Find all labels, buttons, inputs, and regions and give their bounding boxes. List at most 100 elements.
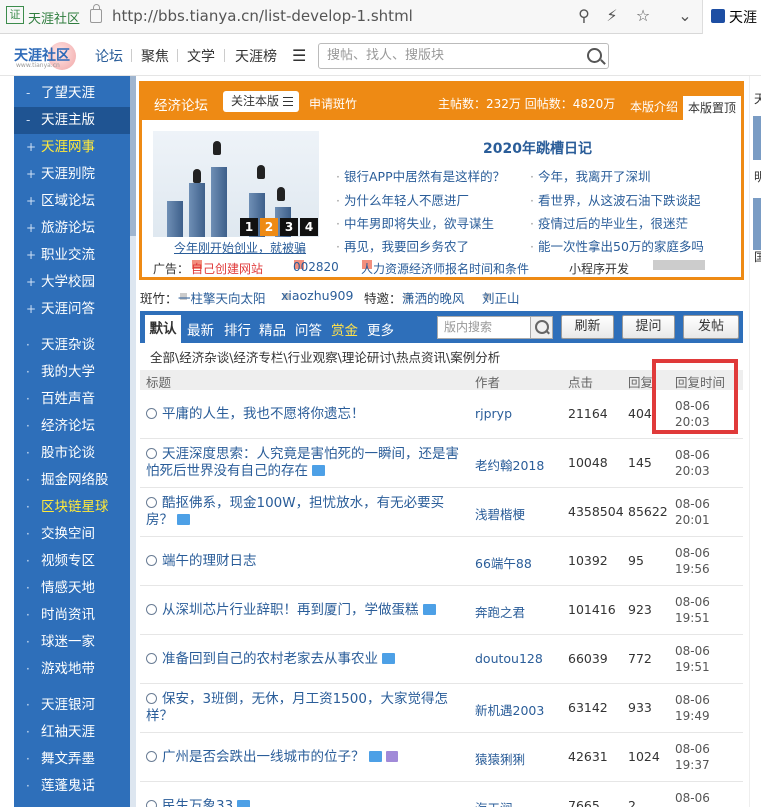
sidebar-item[interactable]: · 时尚资讯 xyxy=(14,602,130,629)
category-filter[interactable]: 全部\经济杂谈\经济专栏\行业观察\理论研讨\热点资讯\案例分析 xyxy=(150,347,500,366)
sidebar-scrollbar[interactable] xyxy=(130,76,136,807)
extension-panel[interactable]: 天涯 xyxy=(702,0,761,34)
post-author-link[interactable]: doutou128 xyxy=(475,651,543,666)
table-row[interactable]: 广州是否会跌出一线城市的位子？ 猿猿猁猁 42631 1024 08-06 19:37 xyxy=(140,733,743,782)
post-button[interactable]: 发帖 xyxy=(683,315,739,339)
moderator-link[interactable]: xiaozhu909 xyxy=(281,288,353,303)
scrollbar-thumb[interactable] xyxy=(130,76,136,236)
feature-link[interactable]: · 银行APP中居然有是这样的？ xyxy=(336,166,505,185)
ad-link[interactable]: 002820 xyxy=(293,260,339,274)
post-title-link[interactable]: 酷抠佛系，现金100W，担忧放水，有无必要买房？ xyxy=(146,495,471,529)
post-author-link[interactable]: 奔跑之君 xyxy=(475,602,525,621)
feature-title[interactable]: 2020年跳槽日记 xyxy=(483,138,592,158)
sidebar-item[interactable]: · 区块链星球 xyxy=(14,494,130,521)
sidebar-item[interactable]: + 职业交流 xyxy=(14,242,130,269)
feature-link[interactable]: · 疫情过后的毕业生，很迷茫 xyxy=(530,213,688,232)
board-intro-link[interactable]: 本版介绍 xyxy=(630,98,678,115)
search-icon[interactable] xyxy=(587,48,602,63)
forum-title[interactable]: 经济论坛 xyxy=(154,94,208,114)
feature-link[interactable]: · 再见，我要回乡务农了 xyxy=(336,236,469,255)
tab-default[interactable]: 默认 xyxy=(145,315,181,343)
table-row[interactable]: 准备回到自己的农村老家去从事农业 doutou128 66039 772 08-06 19… xyxy=(140,635,743,684)
sidebar-item[interactable]: · 莲蓬鬼话 xyxy=(14,773,130,800)
table-row[interactable]: 保安，3班倒，无休，月工资1500，大家觉得怎样？ 新机遇2003 63142 933… xyxy=(140,684,743,733)
sidebar-item[interactable]: + 区域论坛 xyxy=(14,188,130,215)
lightning-icon[interactable]: ⚡ xyxy=(603,7,621,25)
tab-ranking[interactable]: 排行 xyxy=(224,319,251,339)
site-logo[interactable]: 天涯社区 www.tianya.cn xyxy=(14,42,78,70)
sidebar-item[interactable]: · 百姓声音 xyxy=(14,386,130,413)
star-icon[interactable]: ☆ xyxy=(634,7,652,25)
carousel-dot-1[interactable]: 1 xyxy=(240,218,258,236)
sidebar-item[interactable]: · 掘金网络股 xyxy=(14,467,130,494)
sidebar-item[interactable]: · 视频专区 xyxy=(14,548,130,575)
table-row[interactable]: 酷抠佛系，现金100W，担忧放水，有无必要买房？ 浅碧楷梗 4358504 85622… xyxy=(140,488,743,537)
right-peek-image[interactable] xyxy=(753,198,761,250)
nav-wenxue[interactable]: 文学 xyxy=(187,46,215,66)
post-author-link[interactable]: 66端午88 xyxy=(475,553,532,572)
post-title-link[interactable]: 广州是否会跌出一线城市的位子？ xyxy=(146,749,471,766)
table-row[interactable]: 端午的理财日志 66端午88 10392 95 08-06 19:56 xyxy=(140,537,743,586)
tab-featured[interactable]: 精品 xyxy=(259,319,286,339)
post-title-link[interactable]: 保安，3班倒，无休，月工资1500，大家觉得怎样？ xyxy=(146,691,471,725)
refresh-button[interactable]: 刷新 xyxy=(561,315,614,339)
address-bar[interactable]: http://bbs.tianya.cn/list-develop-1.shtm… xyxy=(112,7,413,25)
post-title-link[interactable]: 端午的理财日志 xyxy=(146,553,471,570)
post-author-link[interactable]: rjpryp xyxy=(475,406,512,421)
post-title-link[interactable]: 民生万象33 xyxy=(146,798,471,807)
nav-jujiao[interactable]: 聚焦 xyxy=(141,46,169,66)
carousel-dot-3[interactable]: 3 xyxy=(280,218,298,236)
right-peek-image[interactable] xyxy=(753,116,761,160)
follow-board-button[interactable]: 关注本版 xyxy=(223,91,299,112)
special-guest-link[interactable]: 刘正山 xyxy=(482,288,520,306)
tab-qa[interactable]: 问答 xyxy=(295,319,322,339)
sidebar-item[interactable]: · 经济论坛 xyxy=(14,413,130,440)
lock-icon[interactable] xyxy=(90,4,102,23)
apply-moderator-link[interactable]: 申请斑竹 xyxy=(309,95,357,112)
sidebar-item[interactable]: · 天涯杂谈 xyxy=(14,332,130,359)
sidebar-item[interactable]: + 旅游论坛 xyxy=(14,215,130,242)
ask-button[interactable]: 提问 xyxy=(622,315,675,339)
ad-link[interactable]: 人力资源经济师报名时间和条件 xyxy=(361,260,529,276)
tab-more[interactable]: 更多 xyxy=(367,319,394,339)
post-title-link[interactable]: 从深圳芯片行业辞职！再到厦门，学做蛋糕 xyxy=(146,602,471,619)
sidebar-item[interactable]: · 我的大学 xyxy=(14,359,130,386)
table-row[interactable]: 天涯深度思索：人究竟是害怕死的一瞬间，还是害怕死后世界没有自己的存在 老约翰201… xyxy=(140,439,743,488)
table-row[interactable]: 民生万象33 海天涧 7665 2 08-06 xyxy=(140,782,743,807)
sidebar-item[interactable]: - 天涯主版 xyxy=(14,107,130,134)
nav-tianyabang[interactable]: 天涯榜 xyxy=(235,46,277,66)
table-row[interactable]: 从深圳芯片行业辞职！再到厦门，学做蛋糕 奔跑之君 101416 923 08-06 19:… xyxy=(140,586,743,635)
feature-link[interactable]: · 看世界，从这波石油下跌谈起 xyxy=(530,190,701,209)
sidebar-item[interactable]: · 交换空间 xyxy=(14,521,130,548)
board-search-input[interactable] xyxy=(444,320,528,334)
sidebar-item[interactable]: · 股市论谈 xyxy=(14,440,130,467)
zoom-icon[interactable]: ⚲ xyxy=(575,7,593,25)
sidebar-item[interactable]: · 游戏地带 xyxy=(14,656,130,683)
search-icon[interactable] xyxy=(530,317,552,338)
sidebar-item[interactable]: · 球迷一家 xyxy=(14,629,130,656)
feature-link[interactable]: · 能一次性拿出50万的家庭多吗 xyxy=(530,236,704,255)
sidebar-item[interactable]: + 天涯问答 xyxy=(14,296,130,323)
hero-caption-link[interactable]: 今年刚开始创业，就被骗 xyxy=(174,239,306,256)
sidebar-item[interactable]: · 舞文弄墨 xyxy=(14,746,130,773)
nav-luntan[interactable]: 论坛 xyxy=(95,46,123,66)
tab-latest[interactable]: 最新 xyxy=(187,319,214,339)
ad-link[interactable]: 自己创建网站 xyxy=(191,260,263,276)
post-author-link[interactable]: 浅碧楷梗 xyxy=(475,504,525,523)
post-title-link[interactable]: 平庸的人生，我也不愿将你遗忘！ xyxy=(146,406,471,423)
sidebar-item[interactable]: · 天涯银河 xyxy=(14,692,130,719)
post-author-link[interactable]: 海天涧 xyxy=(475,798,513,807)
sidebar-item[interactable]: - 了望天涯 xyxy=(14,80,130,107)
feature-link[interactable]: · 为什么年轻人不愿进厂 xyxy=(336,190,469,209)
carousel-dot-4[interactable]: 4 xyxy=(300,218,318,236)
sidebar-item[interactable]: + 天涯网事 xyxy=(14,134,130,161)
feature-link[interactable]: · 中年男即将失业，欲寻谋生 xyxy=(336,213,494,232)
sidebar-item[interactable]: + 天涯别院 xyxy=(14,161,130,188)
feature-link[interactable]: · 今年，我离开了深圳 xyxy=(530,166,651,185)
tab-title[interactable]: 天涯社区 xyxy=(28,8,80,27)
post-title-link[interactable]: 准备回到自己的农村老家去从事农业 xyxy=(146,651,471,668)
tab-bounty[interactable]: 赏金 xyxy=(331,319,358,339)
sidebar-item[interactable]: + 大学校园 xyxy=(14,269,130,296)
chevron-down-icon[interactable]: ⌄ xyxy=(676,7,694,25)
carousel-dot-2[interactable]: 2 xyxy=(260,218,278,236)
